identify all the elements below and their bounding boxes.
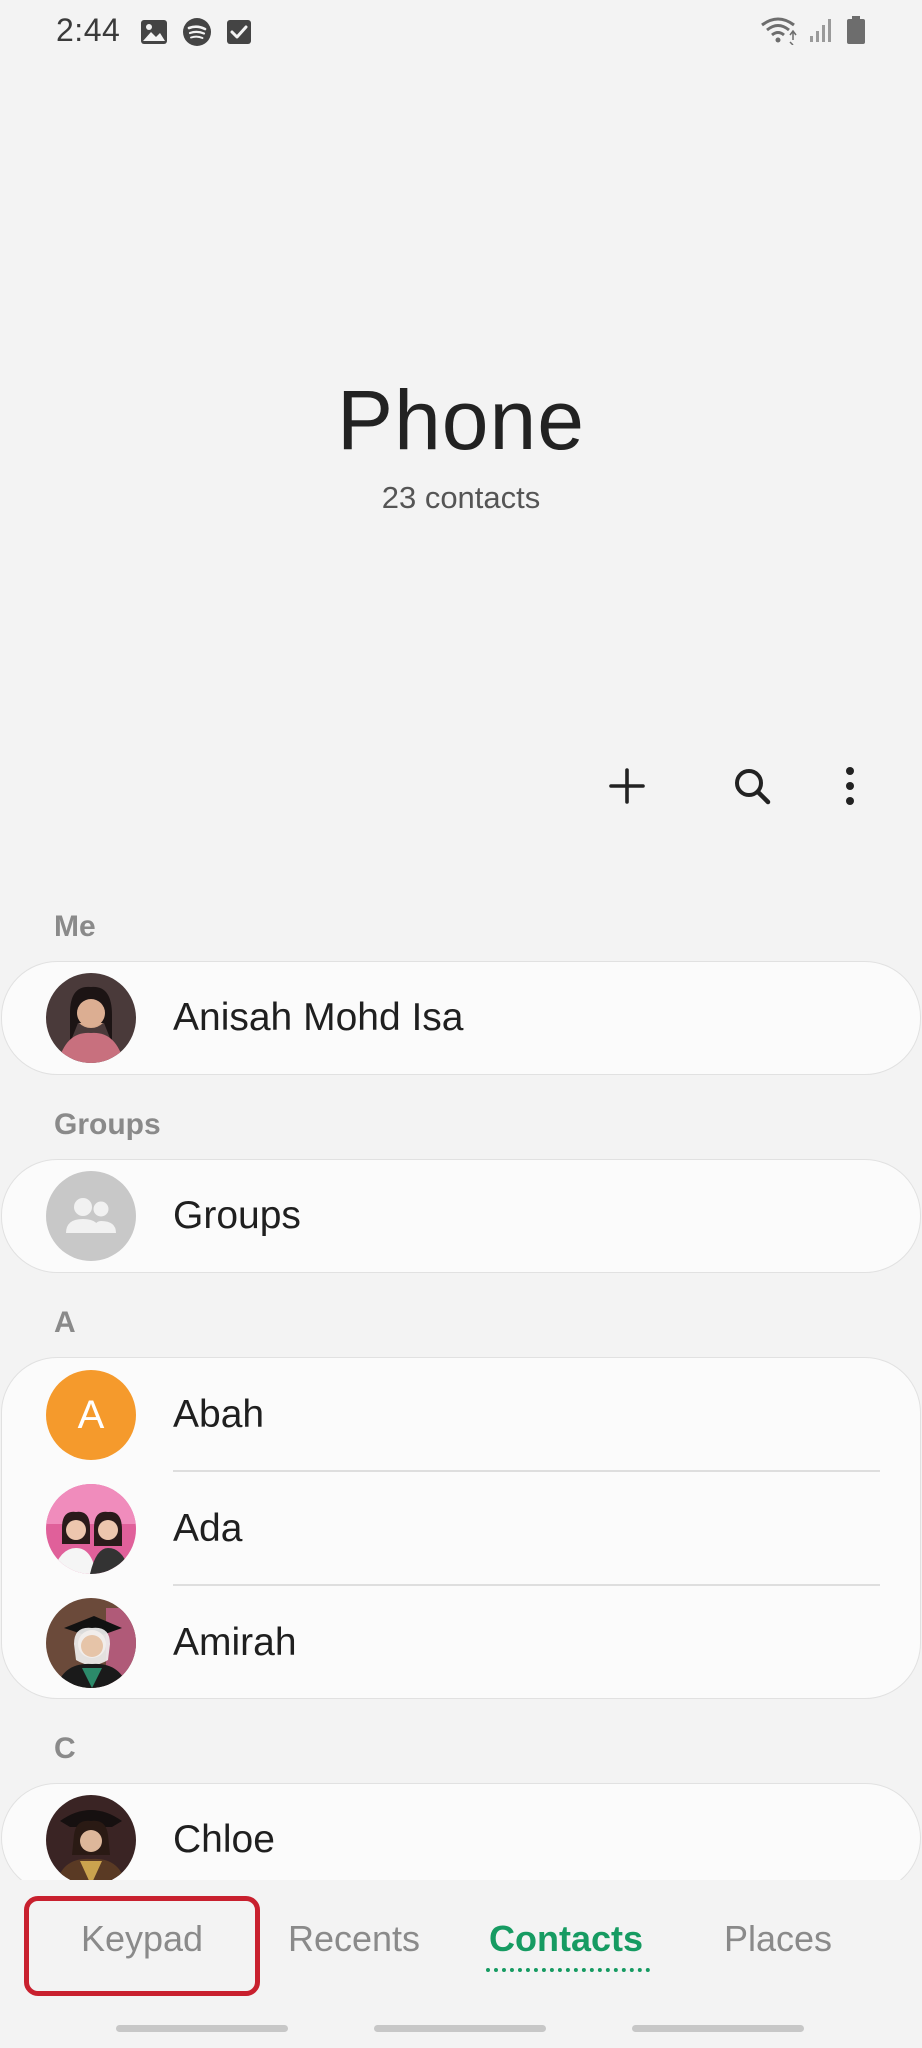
section-label-c: C bbox=[54, 1732, 76, 1765]
tab-keypad[interactable]: Keypad bbox=[24, 1894, 260, 1984]
tab-recents[interactable]: Recents bbox=[248, 1894, 460, 1984]
contact-name: Anisah Mohd Isa bbox=[173, 996, 464, 1039]
me-card: Anisah Mohd Isa bbox=[1, 961, 921, 1075]
search-icon bbox=[735, 769, 771, 805]
add-contact-button[interactable] bbox=[597, 756, 657, 816]
wifi-icon bbox=[760, 15, 798, 45]
system-icons bbox=[760, 15, 866, 45]
contacts-a-card: A Abah Ada Amirah bbox=[1, 1357, 921, 1699]
active-tab-indicator bbox=[486, 1968, 650, 1972]
groups-card: Groups bbox=[1, 1159, 921, 1273]
avatar: A bbox=[46, 1370, 136, 1460]
avatar bbox=[46, 973, 136, 1063]
nav-handle-left[interactable] bbox=[116, 2025, 288, 2032]
notification-icons bbox=[140, 17, 252, 47]
phone-contacts-screen: 2:44 Phone 23 contacts Me Anisah Mohd Is… bbox=[0, 0, 922, 2048]
status-bar: 2:44 bbox=[0, 0, 922, 64]
image-icon bbox=[140, 19, 168, 45]
signal-icon bbox=[808, 16, 836, 44]
spotify-icon bbox=[182, 17, 212, 47]
section-label-me: Me bbox=[54, 910, 96, 943]
groups-icon bbox=[46, 1171, 136, 1261]
toolbar bbox=[0, 756, 922, 816]
avatar bbox=[46, 1795, 136, 1885]
battery-icon bbox=[846, 15, 866, 45]
contact-name: Abah bbox=[173, 1393, 265, 1436]
contact-name: Groups bbox=[173, 1194, 301, 1237]
nav-handle-right[interactable] bbox=[632, 2025, 804, 2032]
section-label-groups: Groups bbox=[54, 1108, 161, 1141]
add-icon bbox=[609, 768, 645, 804]
more-options-button[interactable] bbox=[820, 756, 880, 816]
contact-row[interactable]: Amirah bbox=[2, 1586, 920, 1698]
tab-places[interactable]: Places bbox=[672, 1894, 884, 1984]
groups-row[interactable]: Groups bbox=[2, 1160, 920, 1272]
contacts-count: 23 contacts bbox=[381, 480, 541, 515]
page-title: Phone bbox=[337, 373, 585, 467]
contacts-c-card: Chloe bbox=[1, 1783, 921, 1893]
status-time: 2:44 bbox=[56, 12, 121, 48]
contact-row[interactable]: Ada bbox=[2, 1472, 920, 1586]
contact-name: Ada bbox=[173, 1507, 243, 1550]
bottom-tab-bar: Keypad Recents Contacts Places bbox=[0, 1880, 922, 2010]
contact-row[interactable]: Chloe bbox=[2, 1784, 920, 1892]
contact-row-me[interactable]: Anisah Mohd Isa bbox=[2, 962, 920, 1074]
checkbox-icon bbox=[226, 19, 252, 45]
avatar bbox=[46, 1484, 136, 1574]
more-vert-icon bbox=[846, 767, 854, 805]
section-label-a: A bbox=[54, 1306, 76, 1339]
avatar bbox=[46, 1598, 136, 1688]
nav-handle-center[interactable] bbox=[374, 2025, 546, 2032]
contact-name: Chloe bbox=[173, 1818, 275, 1861]
contact-row[interactable]: A Abah bbox=[2, 1358, 920, 1472]
contact-name: Amirah bbox=[173, 1621, 297, 1664]
search-button[interactable] bbox=[722, 756, 782, 816]
